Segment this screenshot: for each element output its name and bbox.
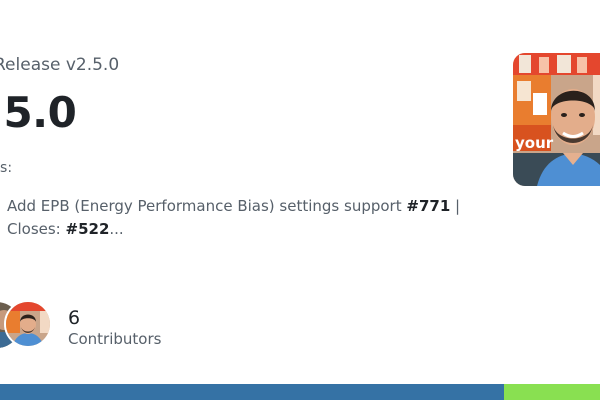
feature-description: Add EPB (Energy Performance Bias) settin… xyxy=(7,195,477,241)
social-preview-card: Release v2.5.0 .5.0 res: Add EPB (Energy… xyxy=(0,0,600,400)
author-avatar: your xyxy=(513,53,600,186)
feature-text-closes: Closes: xyxy=(7,220,66,238)
issue-link-522[interactable]: #522 xyxy=(66,220,110,238)
contributors-label: Contributors xyxy=(68,330,162,348)
language-bar-segment xyxy=(504,384,600,400)
svg-text:your: your xyxy=(515,134,554,152)
feature-text-line1: Add EPB (Energy Performance Bias) settin… xyxy=(7,197,407,215)
contributor-photo-icon xyxy=(6,302,50,346)
feature-text-ellipsis: ... xyxy=(109,220,124,238)
release-subtitle: Release v2.5.0 xyxy=(0,55,120,75)
release-version-title: .5.0 xyxy=(0,88,77,137)
features-label: res: xyxy=(0,160,13,176)
author-photo-icon: your xyxy=(513,53,600,186)
language-bar xyxy=(0,384,600,400)
language-bar-segment xyxy=(0,384,504,400)
feature-text-separator: | xyxy=(450,197,461,215)
issue-link-771[interactable]: #771 xyxy=(406,197,450,215)
contributor-avatar-author xyxy=(4,300,52,348)
contributors-count: 6 xyxy=(68,307,81,329)
